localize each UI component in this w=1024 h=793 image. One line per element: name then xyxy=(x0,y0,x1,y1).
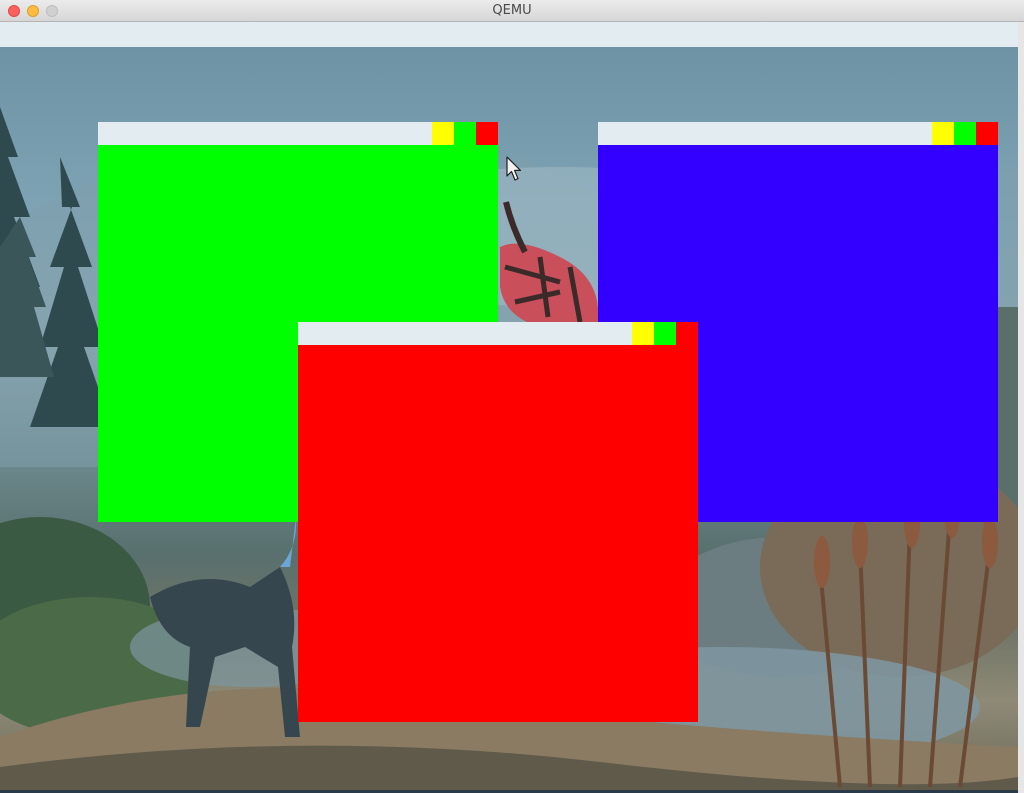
qemu-host-window: QEMU xyxy=(0,0,1024,793)
guest-window-red[interactable] xyxy=(298,322,698,722)
maximize-button[interactable] xyxy=(954,122,976,145)
close-button[interactable] xyxy=(676,322,698,345)
close-button[interactable] xyxy=(976,122,998,145)
maximize-button[interactable] xyxy=(454,122,476,145)
minimize-button[interactable] xyxy=(632,322,654,345)
close-button[interactable] xyxy=(476,122,498,145)
maximize-button[interactable] xyxy=(654,322,676,345)
mouse-pointer-icon xyxy=(506,156,522,181)
host-window-title: QEMU xyxy=(492,3,532,18)
host-window-edge xyxy=(1018,22,1024,793)
minimize-button[interactable] xyxy=(932,122,954,145)
host-titlebar[interactable]: QEMU xyxy=(0,0,1024,22)
guest-window-body[interactable] xyxy=(298,345,698,722)
guest-top-bar xyxy=(0,22,1018,47)
minimize-button[interactable] xyxy=(432,122,454,145)
